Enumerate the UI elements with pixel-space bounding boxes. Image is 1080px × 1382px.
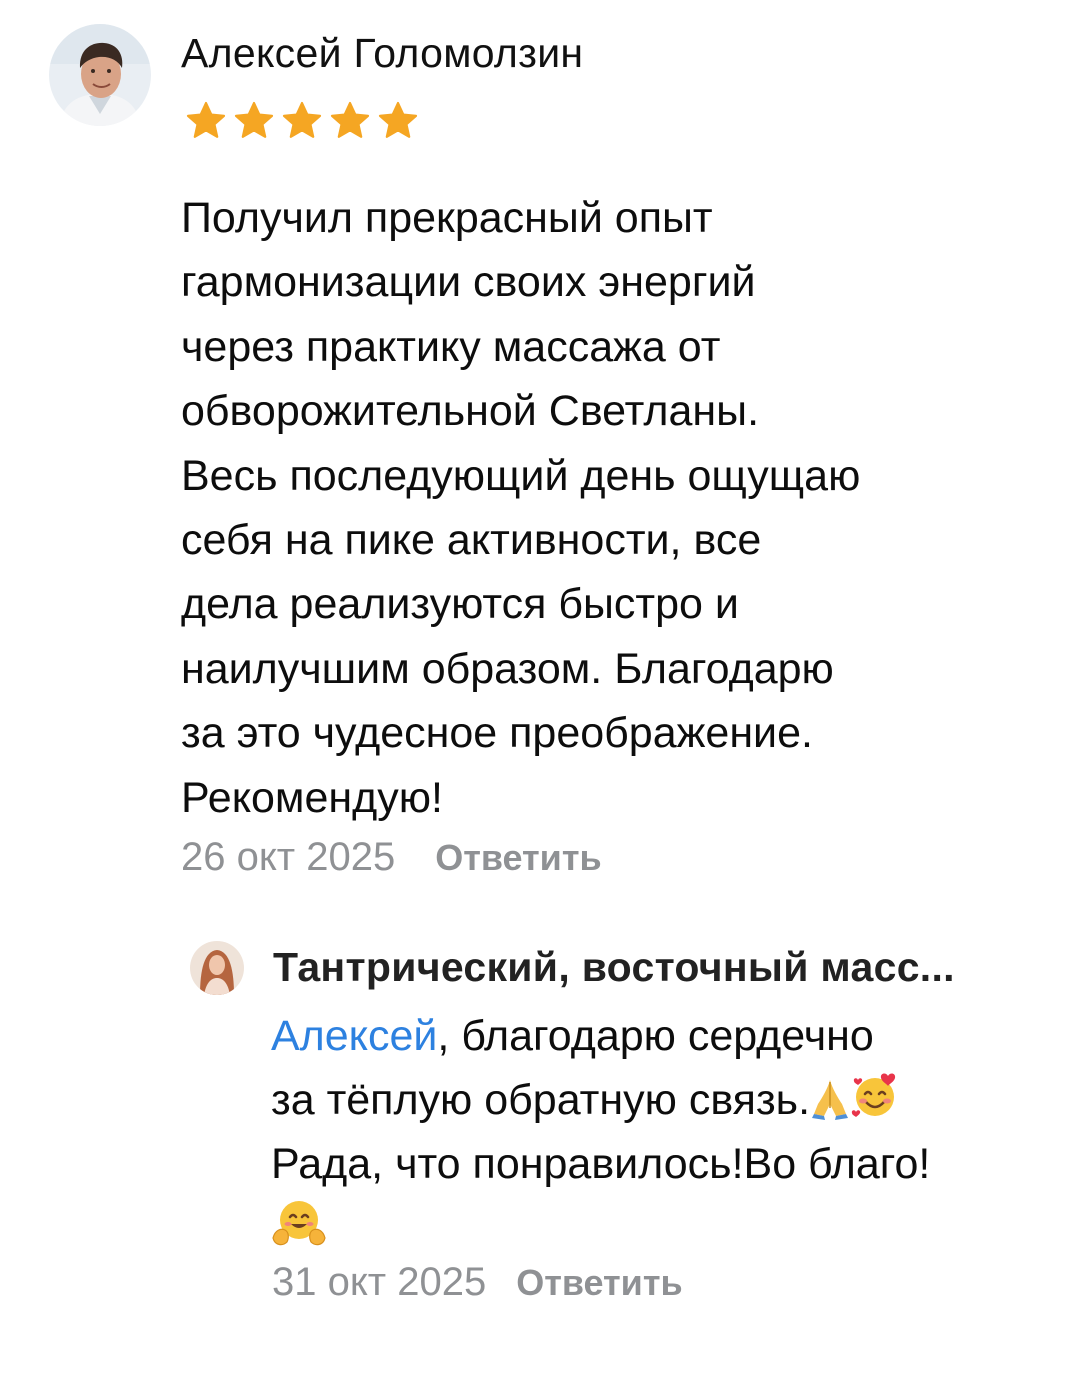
mention-link[interactable]: Алексей xyxy=(271,1012,437,1060)
review-text-line: за это чудесное преображение. xyxy=(181,709,813,758)
reply-text-segment: за тёплую обратную связь. xyxy=(271,1076,811,1124)
review-text-line: наилучшим образом. Благодарю xyxy=(181,644,834,693)
review-text-line: Весь последующий день ощущаю xyxy=(181,451,861,500)
reply-text-segment: , благодарю сердечно xyxy=(437,1012,874,1060)
reply-text-line xyxy=(271,1196,1051,1260)
review-text-line: дела реализуются быстро и xyxy=(181,580,739,629)
review-text-line: гармонизации своих энергий xyxy=(181,258,756,307)
review-date: 26 окт 2025 xyxy=(181,835,396,879)
smiling-face-with-hearts-icon xyxy=(850,1070,900,1120)
review-text-line: через практику массажа от xyxy=(181,322,721,371)
review-text-line: Получил прекрасный опыт xyxy=(181,194,713,242)
review-text-line: обворожительной Светланы. xyxy=(181,387,760,436)
star-icon xyxy=(183,99,229,143)
folded-hands-icon xyxy=(810,1074,850,1120)
star-icon xyxy=(279,99,325,143)
reviewer-avatar[interactable] xyxy=(49,24,151,126)
reply-button[interactable]: Ответить xyxy=(435,837,601,879)
star-icon xyxy=(375,99,421,143)
reply-text-line: Рада, что понравилось!Во благо! xyxy=(271,1140,931,1188)
replier-name[interactable]: Тантрический, восточный масс... xyxy=(273,942,955,992)
review-text-line: Рекомендую! xyxy=(181,773,443,822)
reply-text: Алексей, благодарю сердечно за тёплую об… xyxy=(271,1004,1051,1260)
review-text-line: себя на пике активности, все xyxy=(181,516,762,565)
reply-text-line: за тёплую обратную связь. xyxy=(271,1068,1051,1132)
review-meta: 26 окт 2025 Ответить xyxy=(181,835,602,880)
reviewer-name[interactable]: Алексей Голомолзин xyxy=(181,28,583,78)
reply-text-line: Алексей, благодарю сердечно xyxy=(271,1004,1051,1068)
reply-meta: 31 окт 2025 Ответить xyxy=(272,1260,683,1305)
replier-avatar[interactable] xyxy=(190,941,244,995)
reply-date: 31 окт 2025 xyxy=(272,1260,487,1304)
reply-button[interactable]: Ответить xyxy=(516,1262,682,1304)
review-text: Получил прекрасный опыт гармонизации сво… xyxy=(181,186,1041,830)
rating-stars xyxy=(183,99,421,143)
star-icon xyxy=(327,99,373,143)
star-icon xyxy=(231,99,277,143)
hugging-face-icon xyxy=(271,1198,327,1248)
